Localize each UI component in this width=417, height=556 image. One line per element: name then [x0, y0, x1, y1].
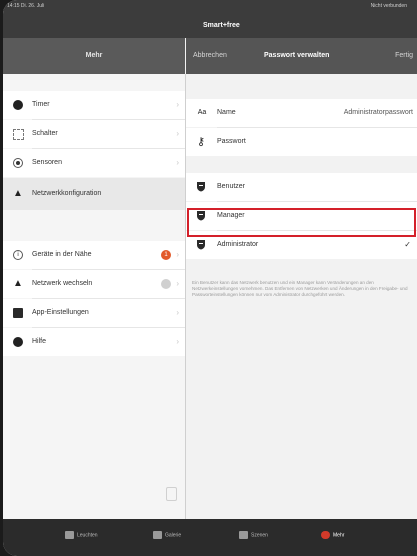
switch-icon: [13, 129, 24, 140]
text-icon: Aa: [197, 109, 207, 116]
sidebar-item-netzwerk-wechseln[interactable]: ▲ Netzwerk wechseln ›: [3, 270, 185, 298]
roles-description: Ein Benutzer kann das Netzwerk benutzen …: [192, 280, 408, 298]
detail-panel: Aa Name Administratorpasswort ⚷ Passwort…: [186, 74, 417, 519]
status-badge: [161, 279, 171, 289]
done-button[interactable]: Fertig: [395, 52, 413, 59]
checkmark-icon: ✓: [404, 240, 411, 249]
settings-icon: [13, 308, 23, 318]
cancel-button[interactable]: Abbrechen: [193, 52, 227, 59]
password-row[interactable]: ⚷ Passwort: [186, 128, 417, 156]
tab-szenen[interactable]: Szenen: [239, 531, 268, 539]
nav-title: Passwort verwalten: [264, 52, 330, 59]
sidebar-item-schalter[interactable]: Schalter ›: [3, 120, 185, 148]
highlight-box: [187, 208, 416, 237]
key-icon: ⚷: [196, 136, 206, 148]
info-icon: i: [13, 250, 23, 260]
status-time: 14:15 Di. 26. Juli: [7, 3, 45, 9]
sidebar-item-label: Netzwerk wechseln: [32, 280, 93, 287]
chevron-right-icon: ›: [176, 250, 179, 259]
help-icon: [13, 337, 23, 347]
right-nav-bar: Abbrechen Passwort verwalten Fertig: [186, 38, 417, 74]
shield-icon: [197, 182, 205, 192]
app-title: Smart+free: [203, 22, 240, 29]
network-icon: ▲: [13, 278, 23, 289]
tab-bar: Leuchten Galerie Szenen Mehr: [3, 519, 417, 556]
scenes-icon: [239, 531, 248, 539]
left-nav-title: Mehr: [85, 52, 103, 59]
app-title-bar: Smart+free: [3, 12, 417, 38]
role-row-benutzer[interactable]: Benutzer: [186, 173, 417, 201]
tab-label: Mehr: [333, 532, 345, 539]
chevron-right-icon: ›: [176, 308, 179, 317]
tab-leuchten[interactable]: Leuchten: [65, 531, 98, 539]
chevron-right-icon: ›: [176, 337, 179, 346]
name-row[interactable]: Aa Name Administratorpasswort: [186, 99, 417, 127]
status-bar: 14:15 Di. 26. Juli Nicht verbunden: [3, 0, 417, 12]
name-value: Administratorpasswort: [343, 109, 413, 116]
sidebar-item-label: Sensoren: [32, 159, 62, 166]
chevron-right-icon: ›: [176, 100, 179, 109]
tab-label: Szenen: [251, 532, 268, 539]
chevron-right-icon: ›: [176, 158, 179, 167]
tab-galerie[interactable]: Galerie: [153, 531, 181, 539]
sensor-icon: [13, 158, 23, 168]
chevron-right-icon: ›: [176, 279, 179, 288]
sidebar-item-label: App-Einstellungen: [32, 309, 89, 316]
ipad-screen: 14:15 Di. 26. Juli Nicht verbunden Smart…: [3, 0, 417, 556]
tab-mehr[interactable]: Mehr: [321, 531, 344, 539]
password-label: Passwort: [217, 138, 246, 145]
more-icon: [321, 531, 330, 539]
network-icon: ▲: [13, 188, 23, 199]
timer-icon: [13, 100, 23, 110]
sidebar-item-sensoren[interactable]: Sensoren ›: [3, 149, 185, 177]
name-label: Name: [217, 109, 236, 116]
sidebar-item-netzwerkkonfiguration[interactable]: ▲ Netzwerkkonfiguration: [3, 178, 185, 210]
sidebar-item-label: Hilfe: [32, 338, 47, 345]
shield-icon: [197, 240, 205, 250]
status-wifi: Nicht verbunden: [370, 3, 407, 9]
notification-badge: 1: [161, 250, 171, 260]
sidebar: Timer › Schalter › Sensoren › ▲ Netzwerk…: [3, 74, 185, 519]
tab-label: Galerie: [165, 532, 182, 539]
role-label: Administrator: [217, 241, 259, 248]
lamp-icon: [65, 531, 74, 539]
role-label: Benutzer: [217, 183, 246, 190]
sidebar-item-app-einstellungen[interactable]: App-Einstellungen ›: [3, 299, 185, 327]
lock-icon: [166, 487, 177, 501]
left-nav-bar: Mehr: [3, 38, 185, 74]
chevron-right-icon: ›: [176, 129, 179, 138]
sidebar-item-geraete-in-der-naehe[interactable]: i Geräte in der Nähe 1 ›: [3, 241, 185, 269]
gallery-icon: [153, 531, 162, 539]
sidebar-item-label: Schalter: [32, 130, 58, 137]
sidebar-item-label: Timer: [32, 101, 50, 108]
sidebar-item-label: Geräte in der Nähe: [32, 251, 92, 258]
sidebar-item-label: Netzwerkkonfiguration: [32, 190, 102, 197]
sidebar-item-timer[interactable]: Timer ›: [3, 91, 185, 119]
tab-label: Leuchten: [77, 532, 98, 539]
sidebar-item-hilfe[interactable]: Hilfe ›: [3, 328, 185, 356]
